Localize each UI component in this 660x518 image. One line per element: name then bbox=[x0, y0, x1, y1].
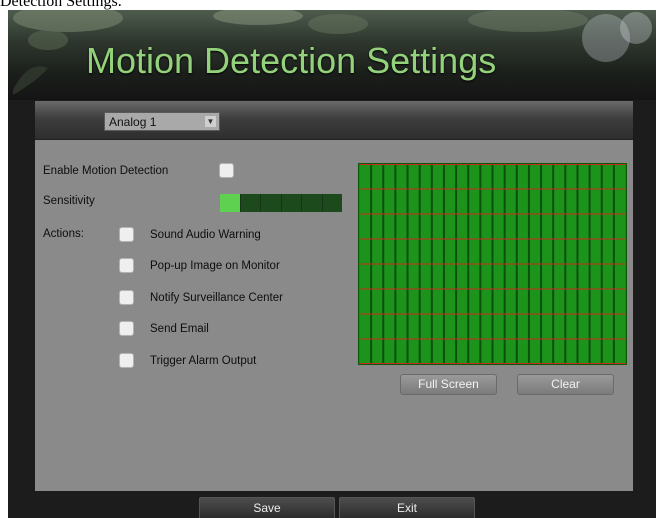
chevron-down-icon[interactable]: ▼ bbox=[205, 116, 216, 127]
save-button[interactable]: Save bbox=[199, 497, 335, 518]
actions-label: Actions: bbox=[43, 228, 84, 240]
sound-audio-warning-checkbox[interactable] bbox=[119, 227, 134, 242]
header-banner: Motion Detection Settings bbox=[8, 10, 656, 100]
dvr-window: Motion Detection Settings Analog 1 ▼ Ena… bbox=[8, 10, 656, 518]
popup-image-checkbox[interactable] bbox=[119, 258, 134, 273]
popup-image-label: Pop-up Image on Monitor bbox=[150, 260, 280, 272]
motion-detection-grid[interactable] bbox=[358, 163, 627, 365]
send-email-checkbox[interactable] bbox=[119, 321, 134, 336]
exit-button[interactable]: Exit bbox=[339, 497, 475, 518]
trigger-alarm-label: Trigger Alarm Output bbox=[150, 355, 257, 367]
sensitivity-segment[interactable] bbox=[280, 194, 301, 212]
notify-center-label: Notify Surveillance Center bbox=[150, 292, 283, 304]
sensitivity-slider[interactable] bbox=[220, 194, 342, 212]
full-screen-button[interactable]: Full Screen bbox=[400, 374, 497, 395]
motion-grid-lines[interactable] bbox=[359, 164, 626, 364]
clear-button[interactable]: Clear bbox=[517, 374, 614, 395]
sensitivity-segment[interactable] bbox=[239, 194, 260, 212]
page-title: Motion Detection Settings bbox=[86, 40, 497, 81]
camera-select-value: Analog 1 bbox=[109, 115, 157, 129]
camera-select[interactable]: Analog 1 ▼ bbox=[104, 112, 220, 131]
enable-motion-label: Enable Motion Detection bbox=[43, 165, 169, 177]
sensitivity-label: Sensitivity bbox=[43, 195, 95, 207]
trigger-alarm-checkbox[interactable] bbox=[119, 353, 134, 368]
settings-panel: Analog 1 ▼ Enable Motion Detection Sensi… bbox=[35, 101, 633, 491]
sensitivity-segment[interactable] bbox=[220, 194, 240, 212]
sound-audio-warning-label: Sound Audio Warning bbox=[150, 229, 261, 241]
panel-toolbar: Analog 1 ▼ bbox=[35, 101, 633, 140]
sensitivity-segment[interactable] bbox=[260, 194, 281, 212]
send-email-label: Send Email bbox=[150, 323, 209, 335]
notify-center-checkbox[interactable] bbox=[119, 290, 134, 305]
enable-motion-checkbox[interactable] bbox=[219, 163, 234, 178]
sensitivity-segment[interactable] bbox=[301, 194, 322, 212]
sensitivity-segment[interactable] bbox=[321, 194, 342, 212]
